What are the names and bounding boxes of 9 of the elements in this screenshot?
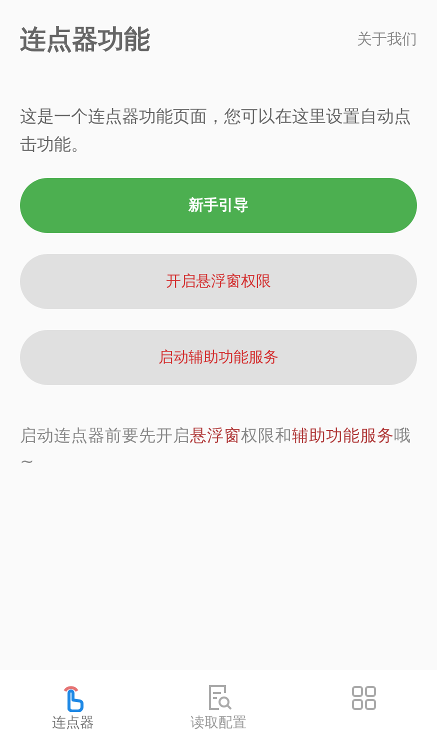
- nav-tab[interactable]: 连点器: [0, 670, 146, 744]
- action-button[interactable]: 开启悬浮窗权限: [20, 254, 417, 309]
- guide-button[interactable]: 新手引导: [20, 178, 417, 233]
- nav-tab[interactable]: 读取配置: [146, 670, 292, 744]
- description-text: 这是一个连点器功能页面，您可以在这里设置自动点击功能。: [20, 105, 412, 156]
- page-title: 连点器功能: [20, 24, 150, 56]
- note-text: 启动连点器前要先开启悬浮窗权限和辅助功能服务哦~: [20, 425, 412, 473]
- about-link[interactable]: 关于我们: [357, 30, 417, 48]
- action-button[interactable]: 启动辅助功能服务: [20, 330, 417, 385]
